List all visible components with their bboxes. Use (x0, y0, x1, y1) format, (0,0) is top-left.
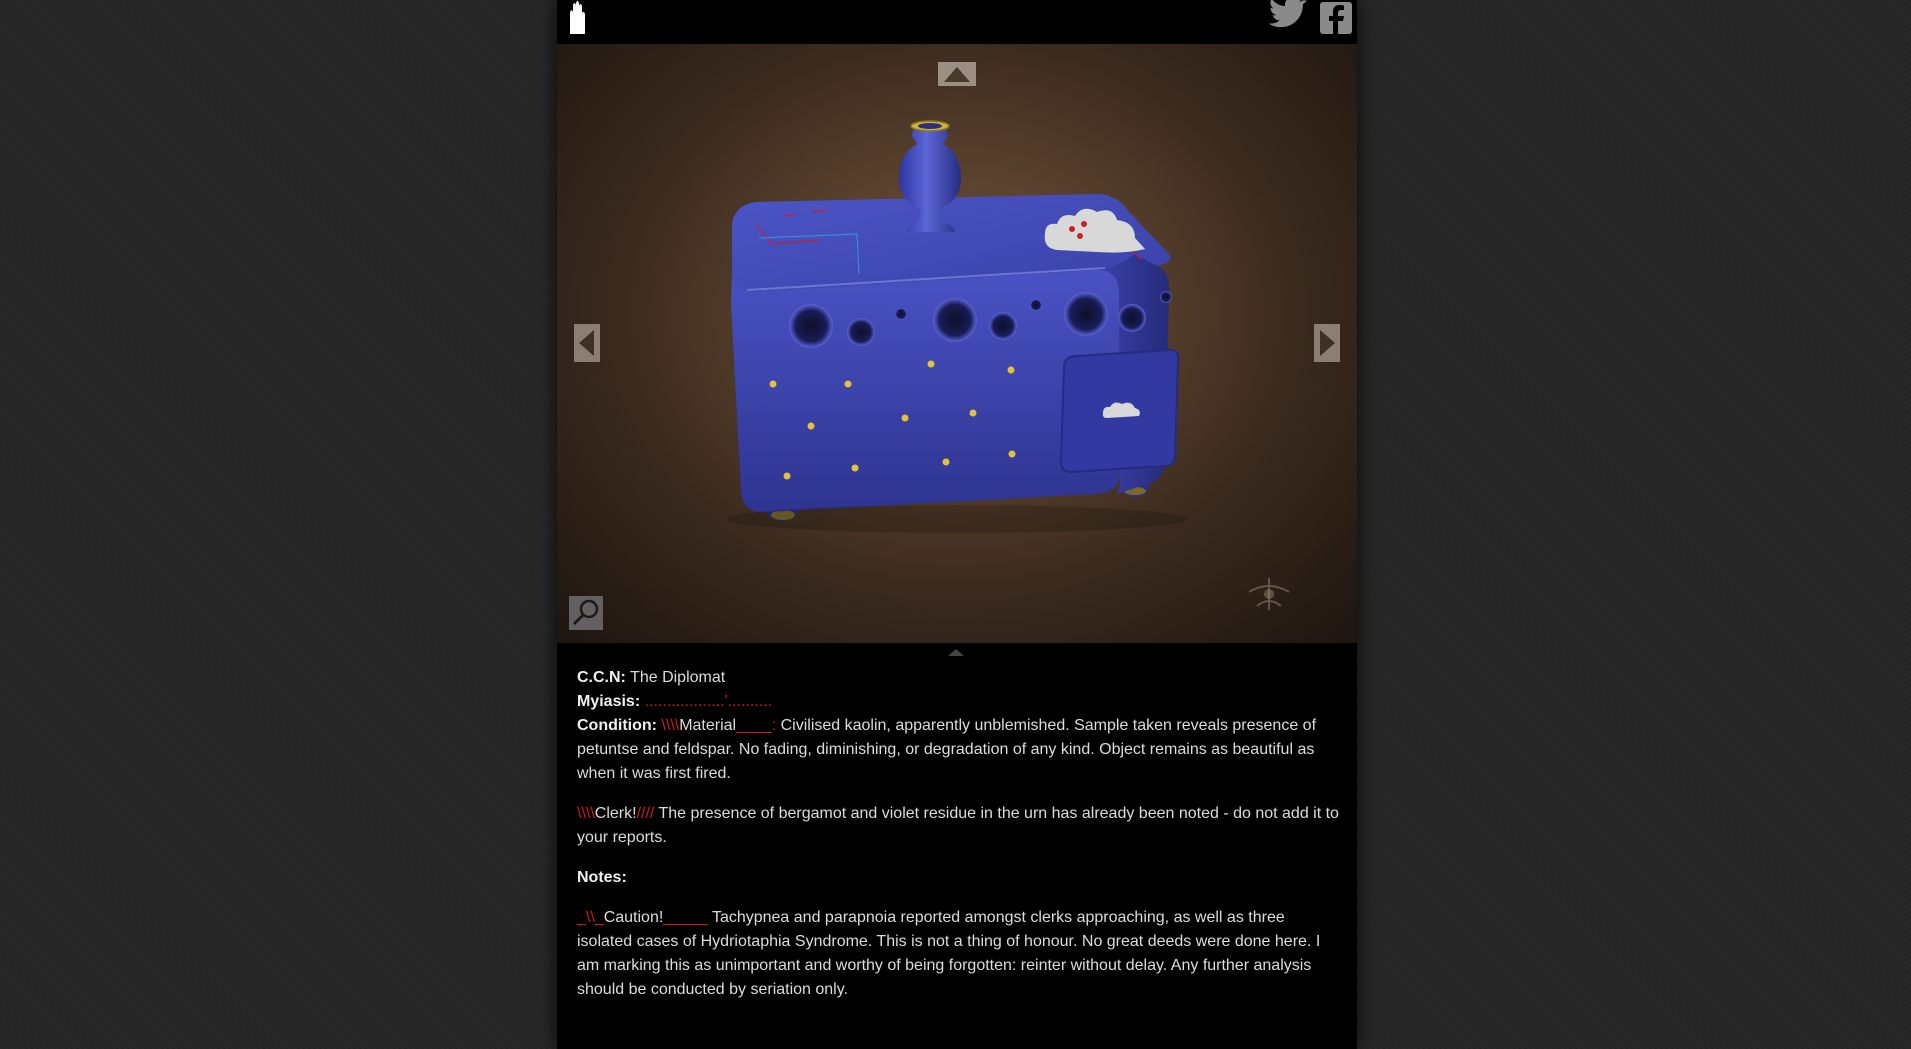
condition-word: Material (679, 717, 737, 734)
caution-word: Caution! (603, 909, 664, 926)
triangle-up-icon[interactable] (938, 62, 976, 86)
ccn-line: C.C.N: The Diplomat (577, 666, 1339, 690)
caution-prefix: _\\_ (577, 909, 604, 926)
caution-suffix: _____ (663, 909, 708, 926)
ccn-value: The Diplomat (630, 669, 726, 686)
artifact-image (727, 120, 1187, 533)
myiasis-line: Myiasis: ..................'.......... (577, 690, 1339, 714)
content-column: C.C.N: The Diplomat Myiasis: ...........… (557, 0, 1357, 1049)
triangle-left-icon[interactable] (574, 324, 600, 362)
magnifier-icon[interactable] (569, 596, 603, 630)
clerk-paragraph: \\\\Clerk!//// The presence of bergamot … (577, 802, 1339, 850)
clerk-prefix: \\\\ (577, 805, 595, 822)
sigil-watermark (1248, 578, 1290, 610)
ccn-label: C.C.N: (577, 669, 626, 686)
condition-label: Condition: (577, 717, 657, 734)
twitter-bird-icon[interactable] (1268, 0, 1308, 36)
notes-label: Notes: (577, 869, 627, 886)
condition-prefix: \\\\ (661, 717, 680, 734)
myiasis-value: ..................'.......... (644, 693, 773, 710)
caution-paragraph: _\\_Caution!_____ Tachypnea and parapnoi… (577, 906, 1339, 1002)
condition-suffix: ____: (736, 717, 777, 734)
notes-heading: Notes: (577, 866, 1339, 890)
top-bar (557, 0, 1357, 44)
hand-icon[interactable] (565, 0, 589, 36)
clerk-word: Clerk! (594, 805, 637, 822)
artifact-details: C.C.N: The Diplomat Myiasis: ...........… (577, 666, 1339, 1002)
artifact-viewer[interactable] (557, 44, 1357, 643)
clerk-text: The presence of bergamot and violet resi… (577, 805, 1339, 846)
myiasis-label: Myiasis: (577, 693, 641, 710)
facebook-f-icon[interactable] (1318, 0, 1354, 36)
clerk-suffix: //// (636, 805, 655, 822)
triangle-right-icon[interactable] (1314, 324, 1340, 362)
collapse-arrow-icon[interactable] (947, 648, 965, 656)
condition-paragraph: Condition: \\\\Material____: Civilised k… (577, 714, 1339, 786)
